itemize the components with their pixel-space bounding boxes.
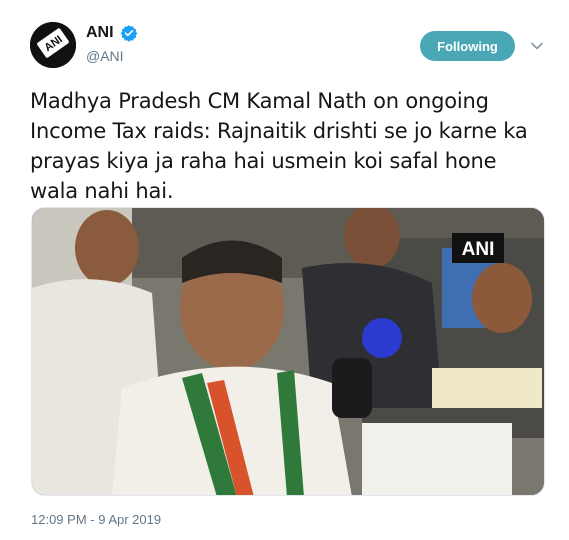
tweet-text: Madhya Pradesh CM Kamal Nath on ongoing …: [30, 89, 528, 203]
media-photo: ANI: [32, 208, 544, 495]
media-watermark: ANI: [462, 239, 495, 260]
display-name[interactable]: ANI: [86, 24, 114, 42]
user-handle[interactable]: @ANI: [86, 48, 124, 64]
verified-badge-icon: [120, 24, 138, 42]
following-button[interactable]: Following: [420, 31, 515, 61]
tweet-timestamp[interactable]: 12:09 PM - 9 Apr 2019: [31, 512, 161, 527]
tweet-media[interactable]: ANI: [31, 207, 545, 496]
avatar[interactable]: ANI: [30, 22, 76, 68]
chevron-down-icon[interactable]: [530, 39, 544, 53]
author-name-row[interactable]: ANI: [86, 24, 138, 42]
